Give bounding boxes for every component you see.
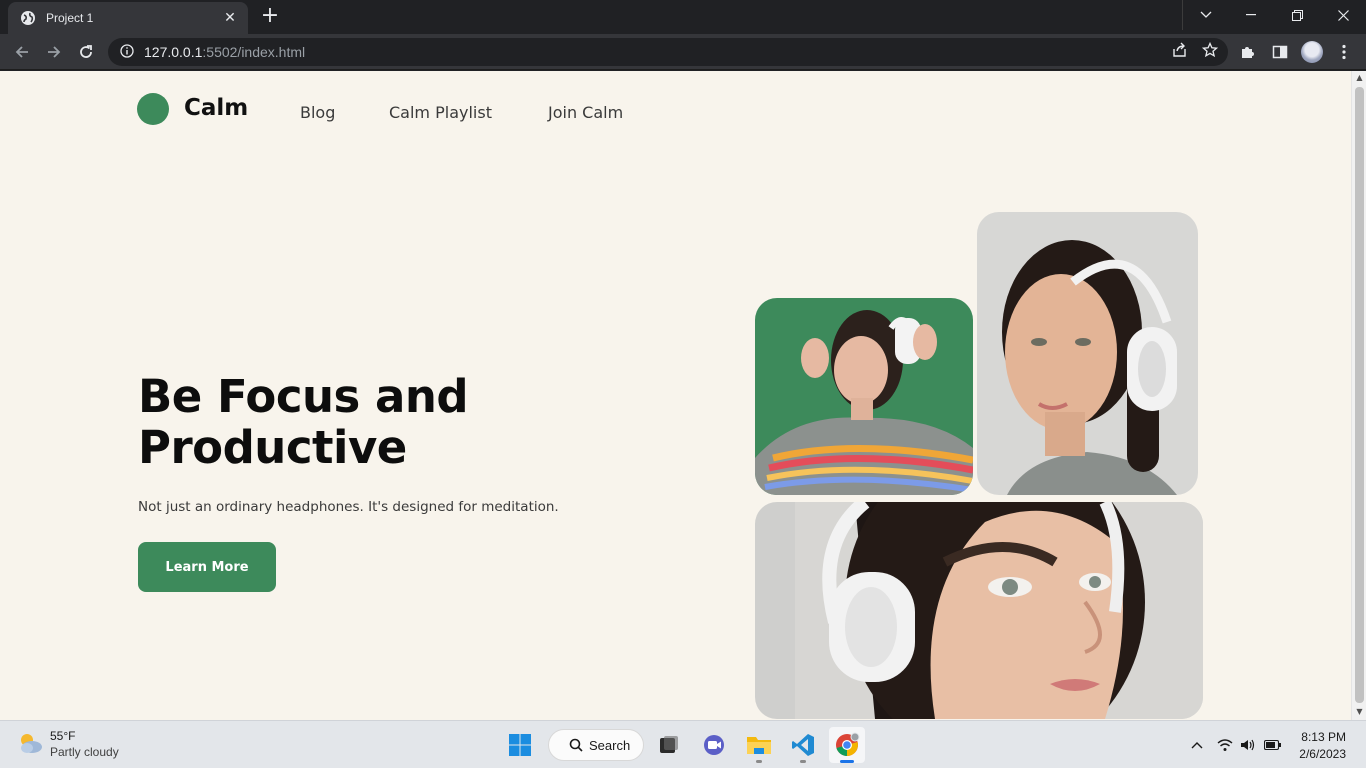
windows-start-icon[interactable] (502, 727, 538, 763)
woman-headphones-green-bg-image (755, 298, 973, 495)
chat-icon[interactable] (696, 727, 732, 763)
partly-cloudy-icon[interactable] (16, 729, 44, 757)
back-arrow-icon[interactable] (10, 40, 34, 64)
browser-toolbar: 127.0.0.1:5502/index.html (0, 34, 1366, 70)
browser-tab-strip: Project 1 ✕ + (0, 0, 1366, 34)
star-icon[interactable] (1201, 41, 1219, 62)
nav-link-blog[interactable]: Blog (300, 103, 335, 122)
logo-mark[interactable] (137, 93, 169, 125)
wifi-icon[interactable] (1215, 735, 1235, 755)
scrollbar-thumb[interactable] (1355, 87, 1364, 703)
vscode-running-indicator (800, 760, 806, 763)
explorer-running-indicator (756, 760, 762, 763)
site-info-icon[interactable] (120, 43, 134, 62)
side-panel-icon[interactable] (1268, 40, 1292, 64)
chevron-up-icon[interactable] (1187, 735, 1207, 755)
learn-more-button[interactable]: Learn More (138, 542, 276, 592)
chevron-down-icon[interactable] (1183, 0, 1229, 30)
weather-temperature[interactable]: 55°F (50, 729, 75, 743)
page-scrollbar[interactable]: ▲ ▼ (1351, 71, 1366, 720)
reload-icon[interactable] (74, 40, 98, 64)
tab-close-icon[interactable]: ✕ (222, 10, 238, 26)
close-icon[interactable] (1320, 0, 1366, 30)
logo-text[interactable]: Calm (184, 95, 248, 121)
url-host: 127.0.0.1 (144, 44, 203, 60)
new-tab-button[interactable]: + (256, 5, 284, 29)
task-view-icon[interactable] (651, 727, 687, 763)
chrome-active-indicator (840, 760, 854, 763)
chrome-icon[interactable] (829, 727, 865, 763)
url-path: :5502/index.html (202, 44, 306, 60)
vscode-icon[interactable] (785, 727, 821, 763)
globe-icon (20, 10, 36, 26)
file-explorer-icon[interactable] (741, 727, 777, 763)
nav-link-calm-playlist[interactable]: Calm Playlist (389, 103, 492, 122)
clock-time[interactable]: 8:13 PM (1301, 730, 1346, 744)
nav-link-join-calm[interactable]: Join Calm (548, 103, 623, 122)
taskbar-search[interactable]: Search (548, 729, 644, 761)
kebab-menu-icon[interactable] (1332, 40, 1356, 64)
url-text: 127.0.0.1:5502/index.html (144, 44, 305, 60)
woman-headphones-portrait-image (977, 212, 1198, 495)
tab-title: Project 1 (46, 11, 94, 25)
restore-icon[interactable] (1274, 0, 1320, 30)
search-label: Search (589, 737, 631, 753)
weather-description[interactable]: Partly cloudy (50, 745, 119, 759)
address-bar[interactable]: 127.0.0.1:5502/index.html (108, 38, 1228, 66)
battery-icon[interactable] (1263, 735, 1283, 755)
search-icon (569, 738, 583, 752)
volume-icon[interactable] (1238, 735, 1258, 755)
share-icon[interactable] (1172, 42, 1188, 62)
profile-avatar[interactable] (1300, 40, 1324, 64)
minimize-icon[interactable] (1228, 0, 1274, 30)
puzzle-icon[interactable] (1236, 40, 1260, 64)
avatar (1301, 41, 1323, 63)
browser-tab[interactable]: Project 1 ✕ (8, 2, 248, 34)
forward-arrow-icon[interactable] (42, 40, 66, 64)
hero-subtitle: Not just an ordinary headphones. It's de… (138, 499, 559, 515)
hero-title: Be Focus and Productive (138, 370, 469, 474)
page-viewport: Calm Blog Calm Playlist Join Calm Be Foc… (0, 71, 1366, 720)
woman-headphones-closeup-image (755, 502, 1203, 719)
windows-taskbar: 55°F Partly cloudy Search 8:13 PM 2/6/20… (0, 720, 1366, 768)
scroll-down-icon[interactable]: ▼ (1355, 707, 1364, 716)
clock-date[interactable]: 2/6/2023 (1299, 747, 1346, 761)
scroll-up-icon[interactable]: ▲ (1355, 73, 1364, 82)
